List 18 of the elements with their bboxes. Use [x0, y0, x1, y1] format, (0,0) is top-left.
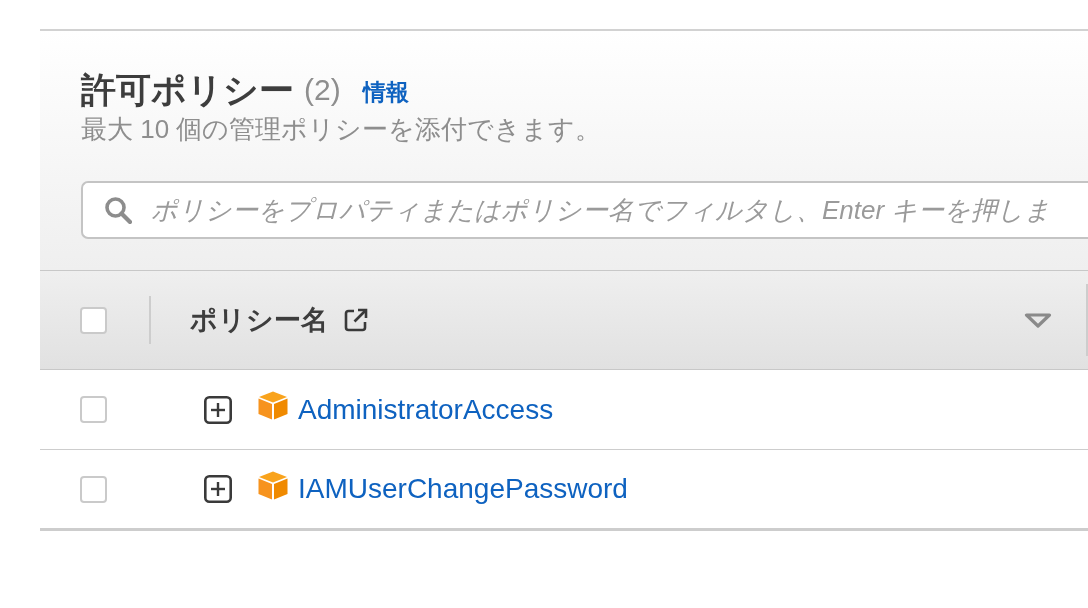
- policy-link[interactable]: IAMUserChangePassword: [298, 473, 628, 505]
- search-field[interactable]: ポリシーをプロパティまたはポリシー名でフィルタし、Enter キーを押しま: [81, 181, 1088, 239]
- select-all-checkbox[interactable]: [80, 306, 107, 334]
- external-link-icon[interactable]: [343, 307, 369, 333]
- expand-icon[interactable]: [204, 475, 232, 503]
- policy-count: (2): [304, 72, 341, 108]
- row-checkbox[interactable]: [80, 475, 107, 503]
- column-header[interactable]: ポリシー名: [190, 302, 328, 338]
- cube-icon: [258, 470, 288, 500]
- cube-icon: [258, 391, 288, 420]
- row-checkbox[interactable]: [80, 396, 107, 423]
- sort-icon[interactable]: [1024, 312, 1052, 328]
- policy-link[interactable]: AdministratorAccess: [298, 393, 554, 426]
- section-title: 許可ポリシー: [81, 70, 294, 110]
- expand-icon[interactable]: [204, 395, 232, 424]
- search-icon: [104, 196, 132, 224]
- section-description: 最大 10 個の管理ポリシーを添付できます。: [81, 114, 603, 144]
- info-link[interactable]: 情報: [362, 71, 409, 112]
